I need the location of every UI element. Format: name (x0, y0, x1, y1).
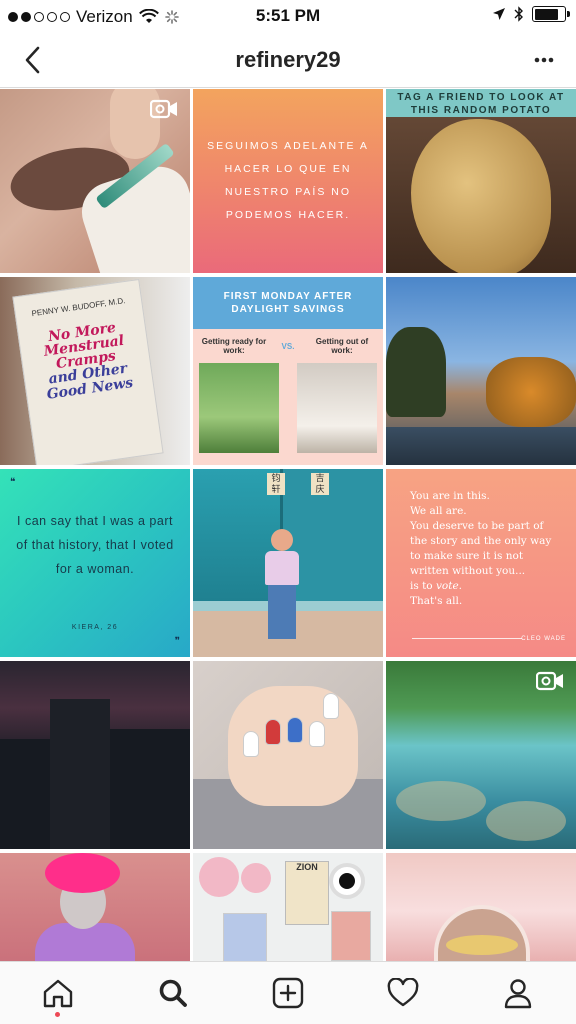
post-tile-postcards[interactable]: ZION (193, 853, 383, 961)
postcard-zion: ZION (285, 861, 329, 925)
profile-header: refinery29 (0, 32, 576, 88)
quote-line: You deserve to be part of the story and … (410, 520, 552, 577)
post-tile-doors-portrait[interactable]: 钧 轩 吉 庆 (193, 469, 383, 657)
location-arrow-icon (493, 8, 505, 20)
tab-search[interactable] (143, 965, 203, 1021)
tile-quote-signature: CLEO WADE (521, 636, 566, 642)
tile-vs-label: VS. (281, 341, 295, 351)
clock: 5:51 PM (255, 6, 321, 25)
close-quote-icon: ❞ (174, 636, 180, 647)
active-tab-indicator (55, 1012, 61, 1017)
add-post-icon (272, 977, 304, 1009)
post-tile-pink-hall[interactable] (386, 853, 576, 961)
tile-header-text: FIRST MONDAY AFTER DAYLIGHT SAVINGS (193, 277, 383, 329)
quote-line: You are in this. (410, 490, 490, 502)
tile-left-label: Getting ready for work: (201, 337, 267, 355)
more-dots-icon (534, 57, 554, 63)
tab-home[interactable] (28, 965, 88, 1021)
post-tile-lagoon[interactable] (386, 661, 576, 849)
video-camera-icon (150, 99, 177, 119)
profile-icon (505, 979, 532, 1009)
home-icon (43, 979, 72, 1008)
photo-dancing (199, 363, 279, 453)
post-tile-daylight-savings[interactable]: FIRST MONDAY AFTER DAYLIGHT SAVINGS Gett… (193, 277, 383, 465)
book-author: PENNY W. BUDOFF, M.D. (31, 296, 126, 319)
post-tile-book[interactable]: PENNY W. BUDOFF, M.D. No More Menstrual … (0, 277, 190, 465)
more-options-button[interactable] (526, 42, 562, 78)
door-sign: 吉 庆 (311, 473, 329, 495)
post-tile-cleo-wade-quote[interactable]: You are in this. We all are. You deserve… (386, 469, 576, 657)
post-tile-night-city[interactable] (0, 661, 190, 849)
tab-bar (0, 961, 576, 1024)
quote-line: is to vote. (410, 580, 462, 592)
quote-line: That's all. (410, 595, 463, 607)
post-tile-central-park[interactable] (386, 277, 576, 465)
quote-line: We all are. (410, 505, 467, 517)
open-quote-icon: ❝ (10, 477, 16, 488)
tile-banner-text: TAG A FRIEND TO LOOK AT THIS RANDOM POTA… (386, 89, 576, 117)
heart-icon (387, 978, 419, 1007)
post-tile-potato[interactable]: TAG A FRIEND TO LOOK AT THIS RANDOM POTA… (386, 89, 576, 273)
tab-new-post[interactable] (258, 965, 318, 1021)
photo-sleeping (297, 363, 377, 453)
tile-quote-text: I can say that I was a part of that hist… (16, 514, 174, 576)
battery-icon (532, 6, 570, 22)
back-button[interactable] (14, 42, 50, 78)
post-tile-lash-extension[interactable] (0, 89, 190, 273)
tab-profile[interactable] (488, 965, 548, 1021)
search-icon (159, 979, 187, 1007)
posts-grid: SEGUIMOS ADELANTE A HACER LO QUE EN NUES… (0, 89, 576, 961)
tab-activity[interactable] (373, 965, 433, 1021)
page-title: refinery29 (235, 46, 341, 72)
tile-quote-text: SEGUIMOS ADELANTE A HACER LO QUE EN NUES… (207, 140, 369, 221)
status-right (492, 6, 570, 22)
chevron-left-icon (25, 46, 40, 74)
door-sign: 钧 轩 (267, 473, 285, 495)
tile-quote-signature: KIERA, 26 (71, 624, 119, 631)
video-camera-icon (536, 671, 563, 691)
tile-right-label: Getting out of work: (315, 337, 369, 355)
status-bar: Verizon 5:51 PM (0, 0, 576, 32)
post-tile-voter-quote[interactable]: ❝ I can say that I was a part of that hi… (0, 469, 190, 657)
post-tile-spanish-quote[interactable]: SEGUIMOS ADELANTE A HACER LO QUE EN NUES… (193, 89, 383, 273)
post-tile-nail-art[interactable] (193, 661, 383, 849)
post-tile-pink-hair[interactable] (0, 853, 190, 961)
bluetooth-icon (514, 6, 523, 22)
